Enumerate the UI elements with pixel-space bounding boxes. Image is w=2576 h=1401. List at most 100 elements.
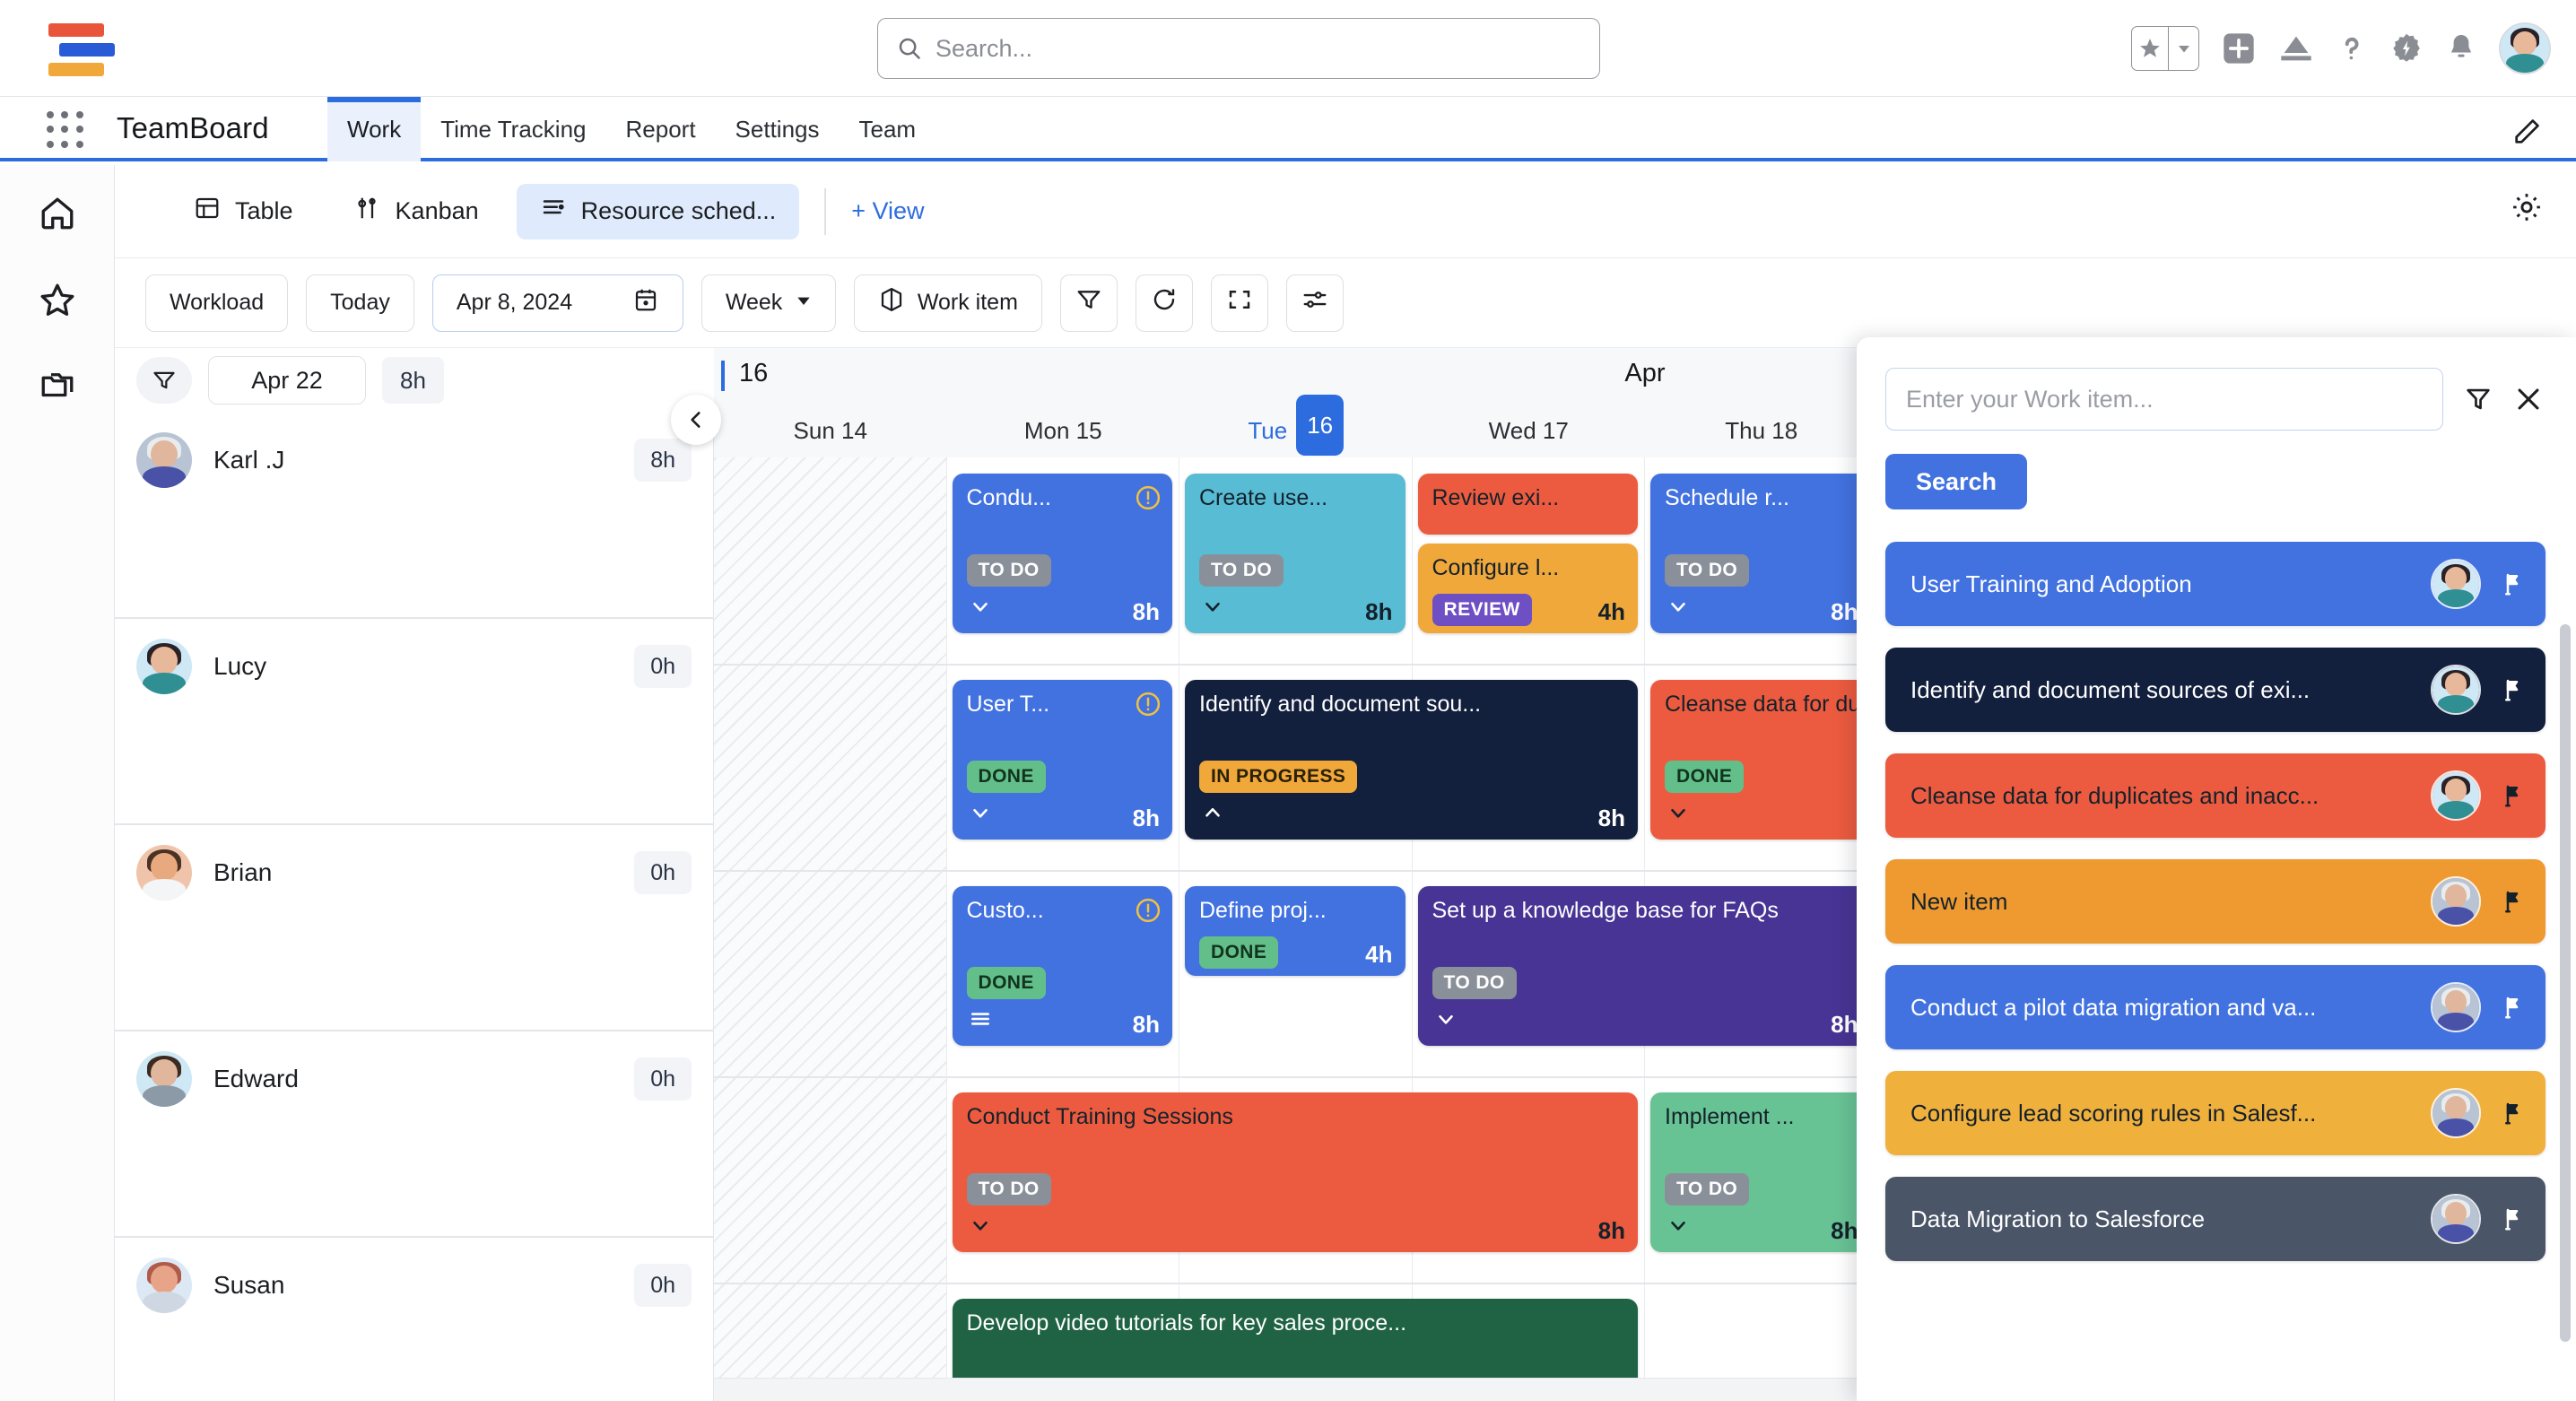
work-item-search-input[interactable]: Enter your Work item... [1885, 368, 2443, 431]
work-item-card[interactable]: Identify and document sources of exi... [1885, 648, 2546, 732]
flag-icon[interactable] [2499, 994, 2526, 1021]
schedule-card[interactable]: Implement ...TO DO8h [1650, 1092, 1871, 1252]
flag-icon[interactable] [2499, 570, 2526, 597]
filter-button[interactable] [1060, 274, 1118, 332]
schedule-card[interactable]: Condu...TO DO8h [953, 474, 1173, 633]
nav-tab-report[interactable]: Report [606, 97, 716, 161]
timeline-day-3[interactable]: Wed 17 [1413, 404, 1646, 457]
work-item-card[interactable]: Cleanse data for duplicates and inacc... [1885, 753, 2546, 838]
apps-icon[interactable] [2278, 30, 2314, 66]
nav-tab-work[interactable]: Work [327, 97, 421, 161]
resource-row-brian[interactable]: Brian0h [115, 825, 713, 1031]
schedule-card[interactable]: Create use...TO DO8h [1185, 474, 1405, 633]
workload-button[interactable]: Workload [145, 274, 288, 332]
view-tab-table[interactable]: Table [170, 184, 317, 239]
work-item-button[interactable]: Work item [854, 274, 1042, 332]
flag-icon[interactable] [2499, 1100, 2526, 1127]
bell-icon[interactable] [2445, 32, 2477, 65]
status-badge: TO DO [1665, 554, 1749, 587]
resource-row-edward[interactable]: Edward0h [115, 1031, 713, 1238]
timeline-day-0[interactable]: Sun 14 [714, 404, 947, 457]
schedule-card[interactable]: Identify and document sou...IN PROGRESS8… [1185, 680, 1638, 840]
fullscreen-button[interactable] [1211, 274, 1268, 332]
resource-row-lucy[interactable]: Lucy0h [115, 619, 713, 825]
resource-date-pill[interactable]: Apr 22 [208, 356, 366, 405]
collapse-panel-button[interactable] [671, 395, 721, 445]
nav-tab-time-tracking[interactable]: Time Tracking [421, 97, 605, 161]
chevron-down-icon[interactable] [2168, 27, 2198, 70]
edit-pencil-icon[interactable] [2511, 117, 2542, 152]
card-expand-toggle[interactable] [969, 1007, 992, 1037]
resource-row-susan[interactable]: Susan0h [115, 1238, 713, 1401]
nav-tab-settings[interactable]: Settings [716, 97, 840, 161]
timeline-day-1[interactable]: Mon 15 [947, 404, 1180, 457]
resource-row-karl--j[interactable]: Karl .J8h [115, 413, 713, 619]
card-expand-toggle[interactable] [969, 801, 992, 831]
range-select[interactable]: Week [701, 274, 836, 332]
avatar [2431, 665, 2481, 715]
work-item-panel-header: Enter your Work item... [1857, 337, 2576, 431]
today-button[interactable]: Today [306, 274, 414, 332]
home-icon[interactable] [34, 190, 81, 237]
card-expand-toggle[interactable] [1667, 1214, 1690, 1243]
resource-name: Karl .J [213, 432, 634, 488]
view-tab-kanban[interactable]: Kanban [331, 184, 502, 239]
gear-icon[interactable] [2510, 190, 2544, 229]
flag-icon[interactable] [2499, 676, 2526, 703]
view-tab-resource-scheduler[interactable]: Resource sched... [517, 184, 800, 239]
schedule-card[interactable]: Review exi... [1418, 474, 1639, 535]
folders-icon[interactable] [34, 362, 81, 409]
range-select-value: Week [726, 290, 782, 316]
schedule-card[interactable]: Configure l...REVIEW4h [1418, 544, 1639, 633]
date-picker[interactable]: Apr 8, 2024 [432, 274, 683, 332]
flag-icon[interactable] [2499, 1205, 2526, 1232]
card-expand-toggle[interactable] [969, 1214, 992, 1243]
view-divider [824, 188, 826, 235]
display-settings-button[interactable] [1286, 274, 1344, 332]
fullscreen-icon [1226, 286, 1253, 319]
refresh-button[interactable] [1136, 274, 1193, 332]
work-item-list-scrollbar[interactable] [2560, 624, 2571, 1342]
settings-icon[interactable] [2389, 31, 2424, 65]
global-search[interactable]: Search... [877, 18, 1600, 79]
card-expand-toggle[interactable] [1201, 595, 1224, 624]
close-icon[interactable] [2513, 384, 2544, 414]
card-expand-toggle[interactable] [1667, 595, 1690, 624]
timeline-day-2[interactable]: Tue16 [1179, 404, 1413, 457]
app-logo[interactable] [48, 23, 129, 75]
avatar[interactable] [2499, 22, 2551, 74]
flag-icon[interactable] [2499, 888, 2526, 915]
karl-avatar [2432, 878, 2479, 925]
apps-grid-icon[interactable] [47, 111, 86, 151]
work-item-search-button[interactable]: Search [1885, 454, 2027, 509]
work-item-title: Conduct a pilot data migration and va... [1910, 994, 2413, 1022]
work-item-card[interactable]: Configure lead scoring rules in Salesf..… [1885, 1071, 2546, 1155]
card-expand-toggle[interactable] [1434, 1007, 1458, 1037]
card-expand-toggle[interactable] [1201, 801, 1224, 831]
work-item-card[interactable]: New item [1885, 859, 2546, 944]
card-expand-toggle[interactable] [1667, 801, 1690, 831]
schedule-card[interactable]: Custo...DONE8h [953, 886, 1173, 1046]
resource-hours: 0h [634, 1264, 692, 1307]
star-icon[interactable] [34, 276, 81, 323]
plus-icon[interactable] [2221, 30, 2257, 66]
work-item-card[interactable]: User Training and Adoption [1885, 542, 2546, 626]
schedule-card[interactable]: Schedule r...TO DO8h [1650, 474, 1871, 633]
help-icon[interactable] [2336, 32, 2368, 65]
card-expand-toggle[interactable] [969, 595, 992, 624]
nav-tab-team[interactable]: Team [840, 97, 936, 161]
timeline-day-4[interactable]: Thu 18 [1645, 404, 1878, 457]
work-item-card[interactable]: Conduct a pilot data migration and va... [1885, 965, 2546, 1049]
filter-icon[interactable] [2463, 384, 2493, 414]
flag-icon[interactable] [2499, 782, 2526, 809]
schedule-card[interactable]: Set up a knowledge base for FAQsTO DO8h [1418, 886, 1871, 1046]
schedule-card[interactable]: User T...DONE8h [953, 680, 1173, 840]
add-view-button[interactable]: + View [851, 197, 924, 225]
resource-filter-button[interactable] [136, 357, 192, 404]
star-icon[interactable] [2132, 27, 2168, 70]
favorites-button[interactable] [2131, 26, 2199, 71]
schedule-card[interactable]: Define proj...DONE4h [1185, 886, 1405, 976]
work-item-card[interactable]: Data Migration to Salesforce [1885, 1177, 2546, 1261]
work-item-panel: Enter your Work item... Search User Trai… [1857, 337, 2576, 1401]
schedule-card[interactable]: Conduct Training SessionsTO DO8h [953, 1092, 1639, 1252]
